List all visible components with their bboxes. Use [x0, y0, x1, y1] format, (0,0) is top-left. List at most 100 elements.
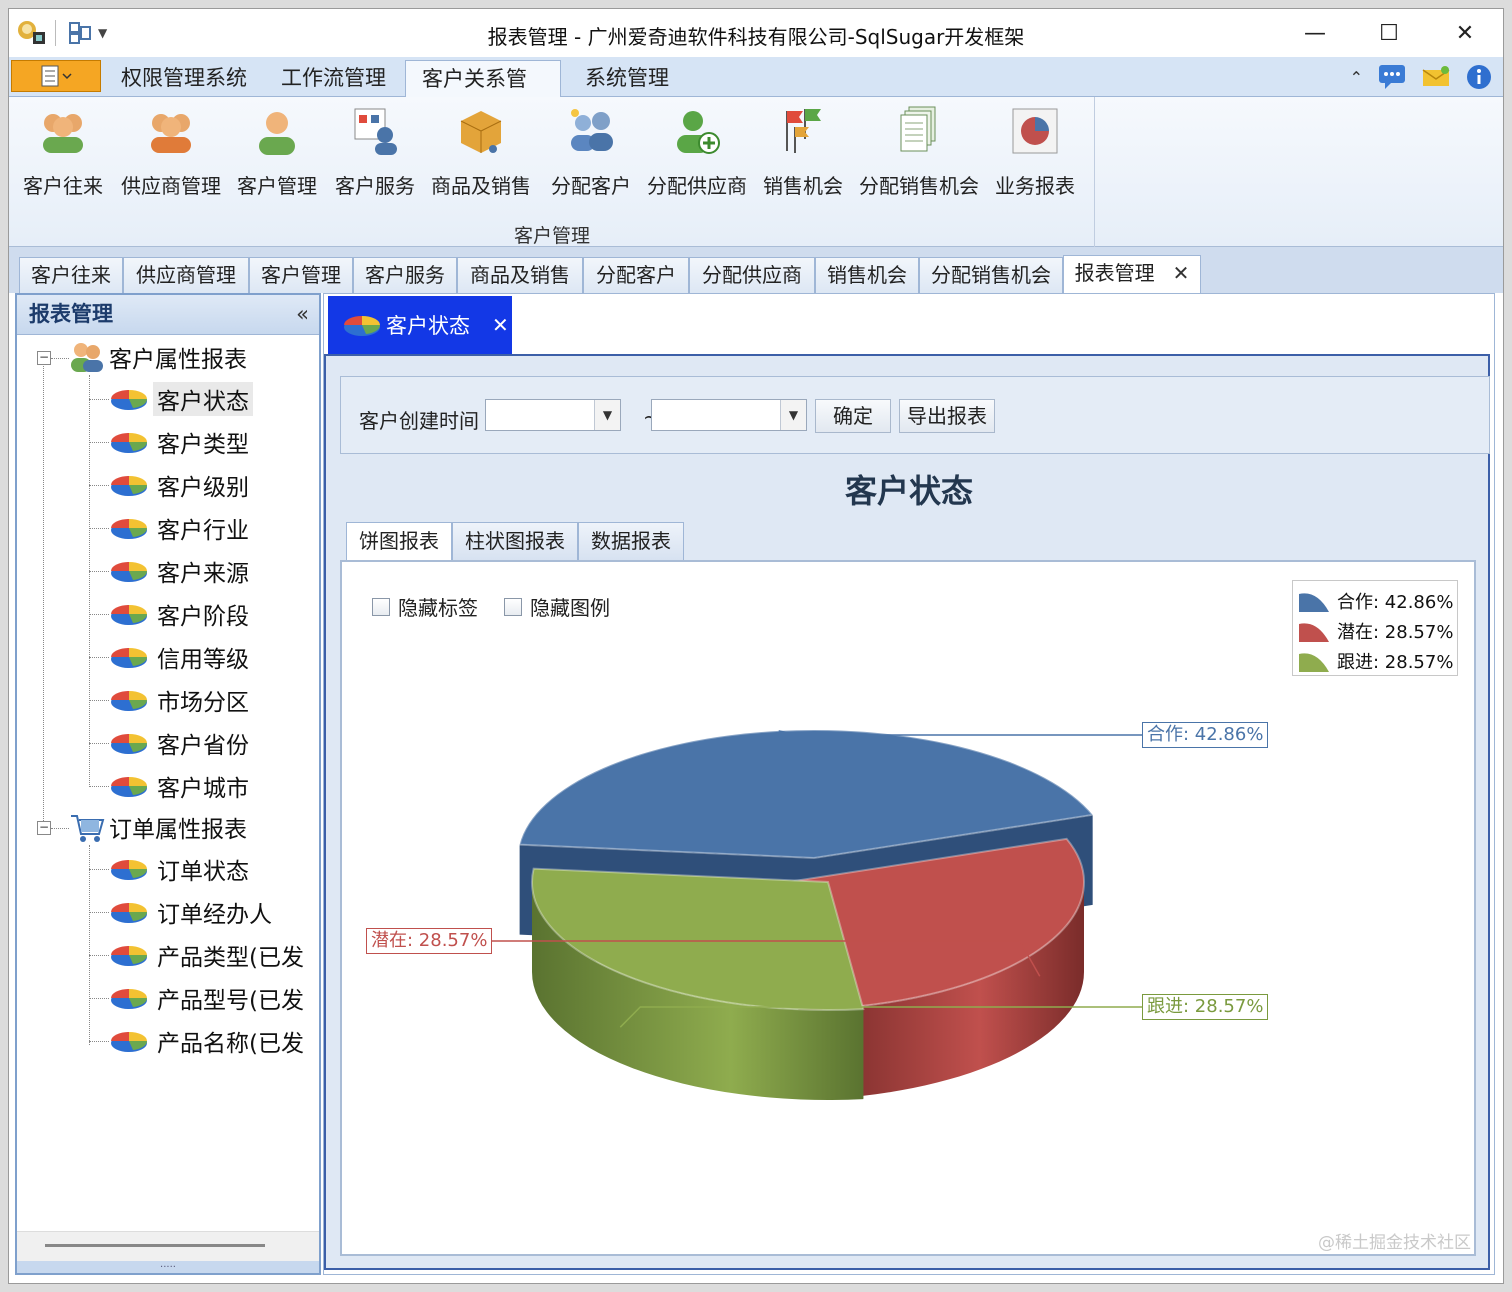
close-button[interactable]: ✕ — [1437, 15, 1493, 51]
pie-chart-icon — [344, 316, 381, 336]
tab-data-report[interactable]: 数据报表 — [578, 522, 684, 560]
doc-tab-sales-opportunity[interactable]: 销售机会 — [815, 257, 919, 293]
tree-item-report[interactable]: 产品型号(已发 — [109, 978, 308, 1018]
tree-group-customer-attributes[interactable]: 客户属性报表 — [69, 337, 251, 377]
tree-item-label: 信用等级 — [157, 647, 249, 673]
tree-item-report[interactable]: 客户城市 — [109, 766, 253, 806]
pie-chart-icon — [111, 433, 148, 453]
ribbon-button-assign-opportunity[interactable]: 分配销售机会 — [857, 105, 981, 205]
doc-tab-customer-manage[interactable]: 客户管理 — [249, 257, 353, 293]
collapse-panel-icon[interactable]: « — [296, 295, 309, 333]
tab-bar-report[interactable]: 柱状图报表 — [452, 522, 578, 560]
doc-tab-customer-service[interactable]: 客户服务 — [353, 257, 457, 293]
doc-tab-assign-supplier[interactable]: 分配供应商 — [689, 257, 815, 293]
tree-line — [43, 363, 44, 833]
ribbon-button-customer-service[interactable]: 客户服务 — [333, 105, 417, 205]
date-from-input[interactable]: ▼ — [485, 399, 621, 431]
tree-item-label: 客户状态 — [153, 382, 253, 416]
tree-item-label: 客户城市 — [157, 776, 249, 802]
legend-swatch — [1299, 593, 1329, 612]
tree-item-report[interactable]: 客户省份 — [109, 723, 253, 763]
users-group-icon — [43, 114, 83, 153]
tree-item-report[interactable]: 客户类型 — [109, 422, 253, 462]
tree-line — [89, 912, 109, 913]
ribbon-button-sales-opportunity[interactable]: 销售机会 — [761, 105, 845, 205]
tree-item-report[interactable]: 市场分区 — [109, 680, 253, 720]
tree-item-report[interactable]: 订单经办人 — [109, 892, 276, 932]
tree-item-report[interactable]: 客户阶段 — [109, 594, 253, 634]
ribbon-button-label: 供应商管理 — [121, 174, 221, 198]
ribbon-body: 客户往来 供应商管理 客户管理 客户服务 商品及销售 分配客户 分配供应商 销售… — [9, 97, 1503, 247]
tree-line — [51, 358, 69, 359]
ribbon-button-customer-contact[interactable]: 客户往来 — [21, 105, 105, 205]
cart-icon — [71, 815, 105, 842]
tree-item-report[interactable]: 产品名称(已发 — [109, 1021, 308, 1061]
ribbon-button-supplier[interactable]: 供应商管理 — [117, 105, 225, 205]
window-title: 报表管理 - 广州爱奇迪软件科技有限公司-SqlSugar开发框架 — [487, 25, 1025, 49]
collapse-toggle-icon[interactable]: − — [37, 351, 51, 365]
close-tab-icon[interactable]: ✕ — [492, 313, 509, 337]
tree-line — [89, 375, 90, 785]
tree-item-report[interactable]: 客户状态 — [109, 379, 253, 419]
chevron-down-icon[interactable]: ▼ — [780, 400, 806, 430]
filter-bar: 客户创建时间 ▼ ~ ▼ 确定 导出报表 — [340, 376, 1490, 454]
pie-chart-icon — [111, 519, 148, 539]
ribbon-tab-permission[interactable]: 权限管理系统 — [105, 60, 263, 97]
content-tab-customer-status[interactable]: 客户状态 ✕ — [328, 296, 512, 354]
flags-icon — [786, 109, 821, 153]
ribbon-button-assign-customer[interactable]: 分配客户 — [549, 105, 633, 205]
tree-item-report[interactable]: 信用等级 — [109, 637, 253, 677]
doc-tab-customer-contact[interactable]: 客户往来 — [19, 257, 123, 293]
pie-data-label: 潜在: 28.57% — [366, 928, 493, 954]
doc-tab-assign-customer[interactable]: 分配客户 — [583, 257, 689, 293]
ribbon-tab-workflow[interactable]: 工作流管理 — [265, 60, 402, 97]
ribbon-tab-system[interactable]: 系统管理 — [569, 60, 685, 97]
collapse-ribbon-icon[interactable]: ⌃ — [1350, 68, 1363, 87]
doc-tab-supplier[interactable]: 供应商管理 — [123, 257, 249, 293]
ribbon-button-products-sales[interactable]: 商品及销售 — [429, 105, 533, 205]
tree-line — [89, 998, 109, 999]
horizontal-scrollbar[interactable] — [17, 1231, 319, 1261]
pie-data-label: 跟进: 28.57% — [1142, 994, 1269, 1020]
doc-tab-products-sales[interactable]: 商品及销售 — [457, 257, 583, 293]
ribbon-button-business-report[interactable]: 业务报表 — [993, 105, 1077, 205]
minimize-button[interactable]: — — [1287, 15, 1343, 51]
ribbon-button-label: 业务报表 — [995, 174, 1075, 198]
tree-group-order-attributes[interactable]: 订单属性报表 — [69, 807, 251, 847]
ribbon-tab-crm[interactable]: 客户关系管理 — [405, 60, 561, 127]
tree-item-report[interactable]: 订单状态 — [109, 849, 253, 889]
legend-entry: 潜在: 28.57% — [1299, 617, 1453, 645]
legend-entry: 合作: 42.86% — [1299, 587, 1453, 615]
collapse-toggle-icon[interactable]: − — [37, 821, 51, 835]
scrollbar-thumb[interactable] — [45, 1244, 265, 1247]
box-cart-icon — [460, 111, 502, 153]
doc-tab-report-manage[interactable]: 报表管理 ✕ — [1063, 255, 1201, 293]
ribbon-button-assign-supplier[interactable]: 分配供应商 — [645, 105, 749, 205]
app-menu-button[interactable] — [11, 60, 101, 92]
mail-icon[interactable] — [1421, 64, 1451, 90]
pie-chart-icon — [111, 605, 148, 625]
tab-pie-report[interactable]: 饼图报表 — [346, 522, 452, 562]
ribbon-group-customer: 客户往来 供应商管理 客户管理 客户服务 商品及销售 分配客户 分配供应商 销售… — [9, 97, 1095, 247]
tree-item-report[interactable]: 客户来源 — [109, 551, 253, 591]
chevron-down-icon[interactable]: ▼ — [594, 400, 620, 430]
export-report-button[interactable]: 导出报表 — [899, 399, 995, 433]
date-to-input[interactable]: ▼ — [651, 399, 807, 431]
confirm-button[interactable]: 确定 — [815, 399, 891, 433]
info-icon[interactable] — [1465, 63, 1493, 91]
chat-icon[interactable] — [1377, 63, 1407, 91]
close-tab-icon[interactable]: ✕ — [1173, 261, 1190, 285]
ribbon-button-label: 客户服务 — [335, 174, 415, 198]
tree-item-label: 客户省份 — [157, 733, 249, 759]
maximize-button[interactable]: ☐ — [1361, 15, 1417, 51]
pie-chart-icon — [111, 390, 148, 410]
ribbon-button-customer-manage[interactable]: 客户管理 — [235, 105, 319, 205]
add-user-icon — [677, 111, 720, 154]
panel-resize-grip[interactable]: ..... — [17, 1260, 319, 1273]
tree-item-report[interactable]: 产品类型(已发 — [109, 935, 308, 975]
pie-chart-icon — [111, 691, 148, 711]
tree-item-report[interactable]: 客户行业 — [109, 508, 253, 548]
users-icon — [71, 343, 103, 372]
doc-tab-assign-opportunity[interactable]: 分配销售机会 — [919, 257, 1063, 293]
tree-item-report[interactable]: 客户级别 — [109, 465, 253, 505]
